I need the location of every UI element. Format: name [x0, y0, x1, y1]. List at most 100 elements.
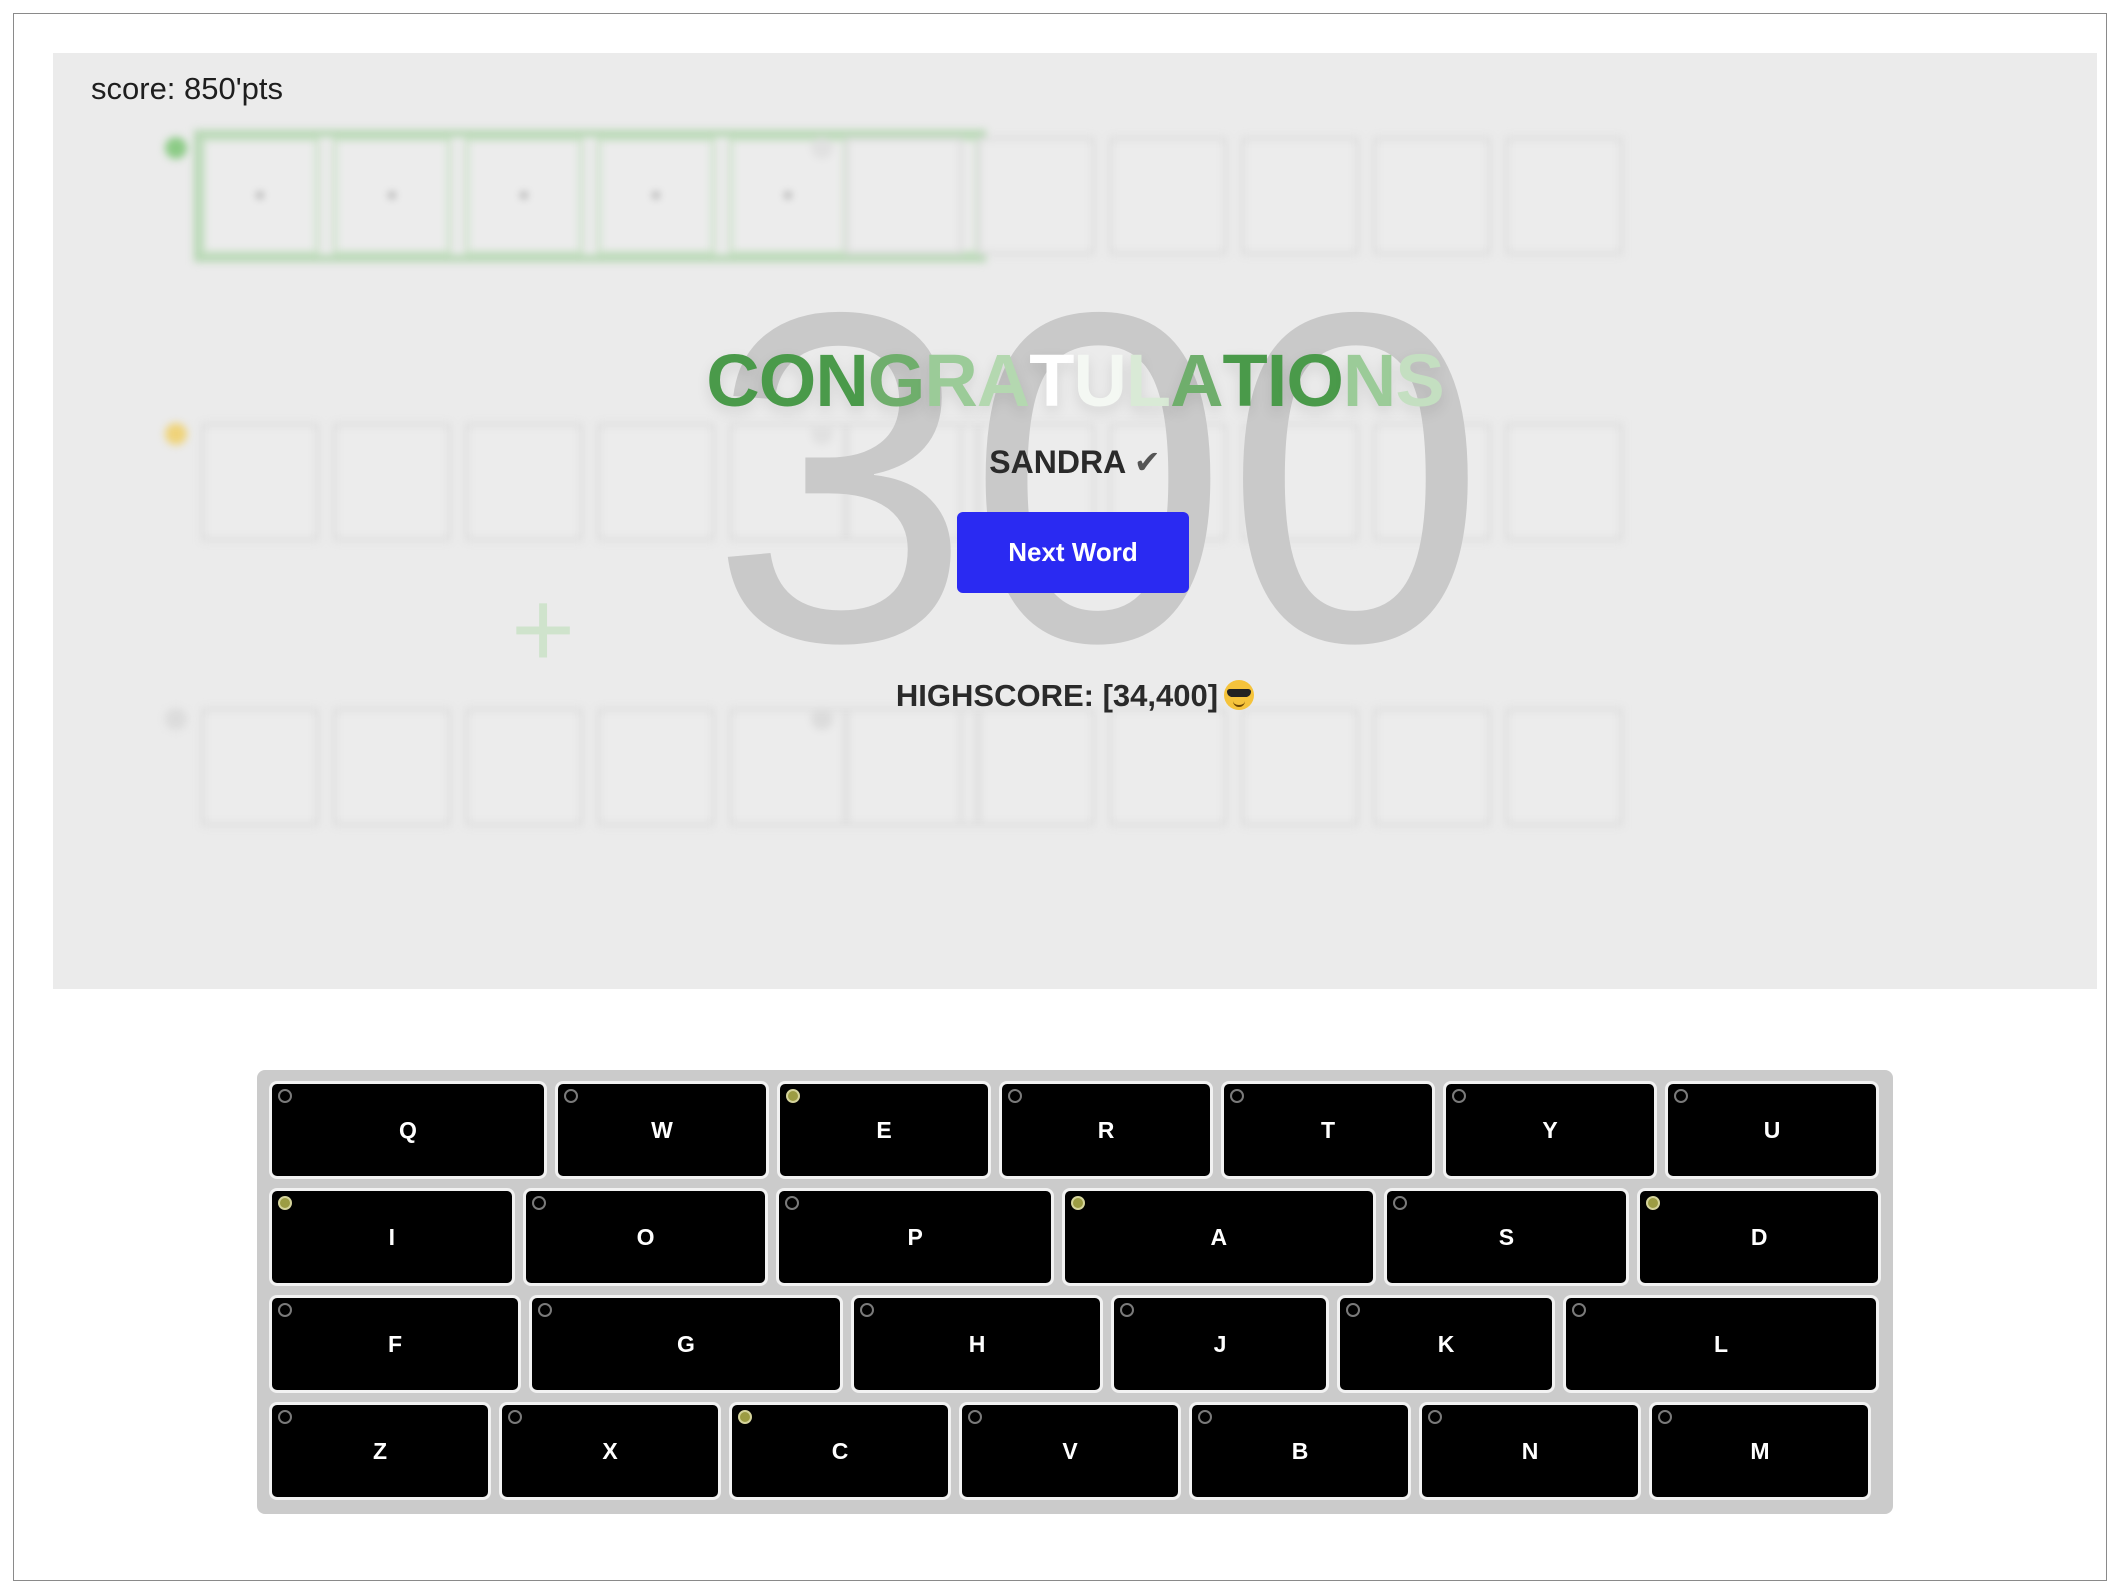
key-label: Q — [399, 1116, 417, 1143]
key-label: V — [1062, 1437, 1078, 1464]
congratulations-heading: CONGRATULATIONS — [53, 338, 2097, 423]
key-u[interactable]: U — [1665, 1081, 1879, 1179]
letter-cell: • — [465, 137, 583, 255]
key-label: G — [677, 1330, 695, 1357]
key-label: S — [1498, 1223, 1515, 1250]
letter-cell — [465, 708, 583, 826]
key-h[interactable]: H — [851, 1295, 1103, 1393]
highscore-display: HIGHSCORE: [34,400] — [53, 678, 2097, 714]
congrats-letter: S — [1395, 339, 1444, 422]
key-status-indicator — [278, 1410, 292, 1424]
key-label: P — [907, 1223, 923, 1250]
key-f[interactable]: F — [269, 1295, 521, 1393]
key-status-indicator — [531, 1196, 546, 1210]
key-label: W — [651, 1116, 673, 1143]
game-board-area: score: 850'pts •••••• 300 + CONGRATULATI… — [53, 53, 2097, 989]
key-label: U — [1763, 1116, 1781, 1143]
key-status-indicator — [1346, 1303, 1360, 1317]
congrats-letter: L — [1125, 339, 1171, 422]
congrats-letter: G — [867, 339, 926, 422]
key-label: I — [388, 1223, 396, 1250]
key-d[interactable]: D — [1637, 1188, 1881, 1286]
congrats-letter: N — [815, 339, 868, 422]
key-x[interactable]: X — [499, 1402, 721, 1500]
key-status-indicator — [1230, 1089, 1244, 1103]
key-z[interactable]: Z — [269, 1402, 491, 1500]
congrats-letter: R — [924, 339, 977, 422]
letter-cell — [1505, 708, 1623, 826]
key-status-indicator — [278, 1303, 292, 1317]
key-s[interactable]: S — [1383, 1188, 1630, 1286]
key-b[interactable]: B — [1189, 1402, 1411, 1500]
key-o[interactable]: O — [522, 1188, 769, 1286]
key-label: C — [831, 1437, 849, 1464]
board-status-dot — [811, 137, 833, 159]
key-status-indicator — [1646, 1196, 1661, 1210]
letter-cell: • — [597, 137, 715, 255]
key-label: Z — [372, 1437, 388, 1464]
solved-word-text: SANDRA — [989, 444, 1125, 480]
key-label: N — [1521, 1437, 1539, 1464]
congrats-letter: C — [706, 339, 759, 422]
key-status-indicator — [968, 1410, 982, 1424]
congrats-letter: N — [1342, 339, 1396, 422]
key-label: A — [1210, 1223, 1228, 1250]
key-label: X — [602, 1437, 618, 1464]
plus-sign: + — [511, 568, 576, 691]
key-i[interactable]: I — [269, 1188, 515, 1286]
key-c[interactable]: C — [729, 1402, 951, 1500]
key-label: H — [968, 1330, 986, 1357]
key-v[interactable]: V — [959, 1402, 1181, 1500]
key-e[interactable]: E — [777, 1081, 991, 1179]
key-status-indicator — [1008, 1089, 1022, 1103]
smiling-face-with-sunglasses-icon — [1224, 680, 1255, 710]
key-m[interactable]: M — [1649, 1402, 1871, 1500]
key-q[interactable]: Q — [269, 1081, 547, 1179]
key-status-indicator — [785, 1196, 800, 1210]
key-label: E — [876, 1116, 892, 1143]
key-y[interactable]: Y — [1443, 1081, 1657, 1179]
board-status-dot — [165, 137, 187, 159]
key-label: J — [1213, 1330, 1227, 1357]
key-label: R — [1097, 1116, 1115, 1143]
next-word-button[interactable]: Next Word — [957, 512, 1189, 593]
congrats-letter: U — [1073, 339, 1126, 422]
key-status-indicator — [1452, 1089, 1466, 1103]
key-a[interactable]: A — [1062, 1188, 1376, 1286]
key-status-indicator — [786, 1089, 800, 1103]
keyboard-row: ZXCVBNM — [269, 1402, 1881, 1500]
key-label: D — [1750, 1223, 1768, 1250]
congrats-letter: T — [1029, 339, 1074, 422]
checkmark-icon: ✔ — [1133, 444, 1161, 480]
congrats-letter: A — [976, 339, 1030, 422]
solved-word: SANDRA ✔ — [53, 443, 2097, 481]
key-status-indicator — [278, 1196, 292, 1210]
key-p[interactable]: P — [776, 1188, 1055, 1286]
key-g[interactable]: G — [529, 1295, 843, 1393]
key-status-indicator — [860, 1303, 874, 1317]
key-label: T — [1320, 1116, 1336, 1143]
key-w[interactable]: W — [555, 1081, 769, 1179]
key-t[interactable]: T — [1221, 1081, 1435, 1179]
congrats-letter: O — [758, 339, 817, 422]
key-status-indicator — [1428, 1410, 1442, 1424]
key-status-indicator — [508, 1410, 522, 1424]
on-screen-keyboard: Q W E R T Y U I O P A S D F G H J K L Z X C V B N M — [257, 1070, 1893, 1514]
key-label: M — [1750, 1437, 1770, 1464]
letter-cell — [597, 708, 715, 826]
letter-cell — [201, 708, 319, 826]
key-status-indicator — [1071, 1196, 1086, 1210]
key-status-indicator — [1674, 1089, 1688, 1103]
key-status-indicator — [1572, 1303, 1586, 1317]
key-j[interactable]: J — [1111, 1295, 1329, 1393]
key-r[interactable]: R — [999, 1081, 1213, 1179]
key-label: K — [1437, 1330, 1455, 1357]
key-status-indicator — [1198, 1410, 1212, 1424]
letter-cell: • — [333, 137, 451, 255]
key-status-indicator — [1392, 1196, 1407, 1210]
letter-cell — [1505, 137, 1623, 255]
letter-cell: • — [201, 137, 319, 255]
key-n[interactable]: N — [1419, 1402, 1641, 1500]
key-l[interactable]: L — [1563, 1295, 1879, 1393]
key-k[interactable]: K — [1337, 1295, 1555, 1393]
